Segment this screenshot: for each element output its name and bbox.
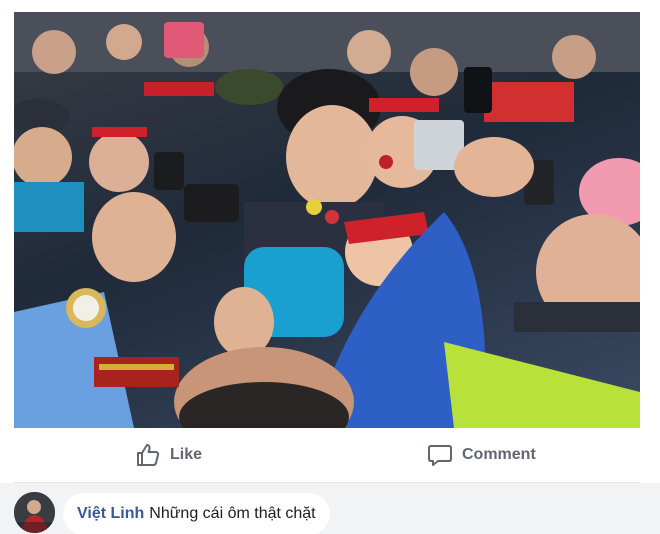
speech-bubble-icon bbox=[427, 442, 453, 468]
like-button[interactable]: Like bbox=[135, 428, 202, 482]
commenter-name[interactable]: Việt Linh bbox=[77, 505, 144, 523]
thumbs-up-icon bbox=[135, 442, 161, 468]
post-actions-bar: Like Comment bbox=[14, 428, 640, 483]
comment-button[interactable]: Comment bbox=[427, 428, 536, 482]
crowd-photo-illustration bbox=[14, 12, 640, 428]
like-label: Like bbox=[170, 446, 203, 463]
comment-text: Những cái ôm thật chặt bbox=[149, 505, 316, 522]
post-photo[interactable] bbox=[14, 12, 640, 428]
facebook-post: Like Comment Việt Linh Những cái ôm thật… bbox=[0, 0, 660, 534]
comment-row: Việt Linh Những cái ôm thật chặt bbox=[0, 483, 660, 534]
commenter-avatar[interactable] bbox=[14, 492, 55, 533]
comment-bubble: Việt Linh Những cái ôm thật chặt bbox=[63, 493, 330, 534]
user-avatar-icon bbox=[14, 492, 55, 533]
comment-label: Comment bbox=[462, 446, 536, 463]
